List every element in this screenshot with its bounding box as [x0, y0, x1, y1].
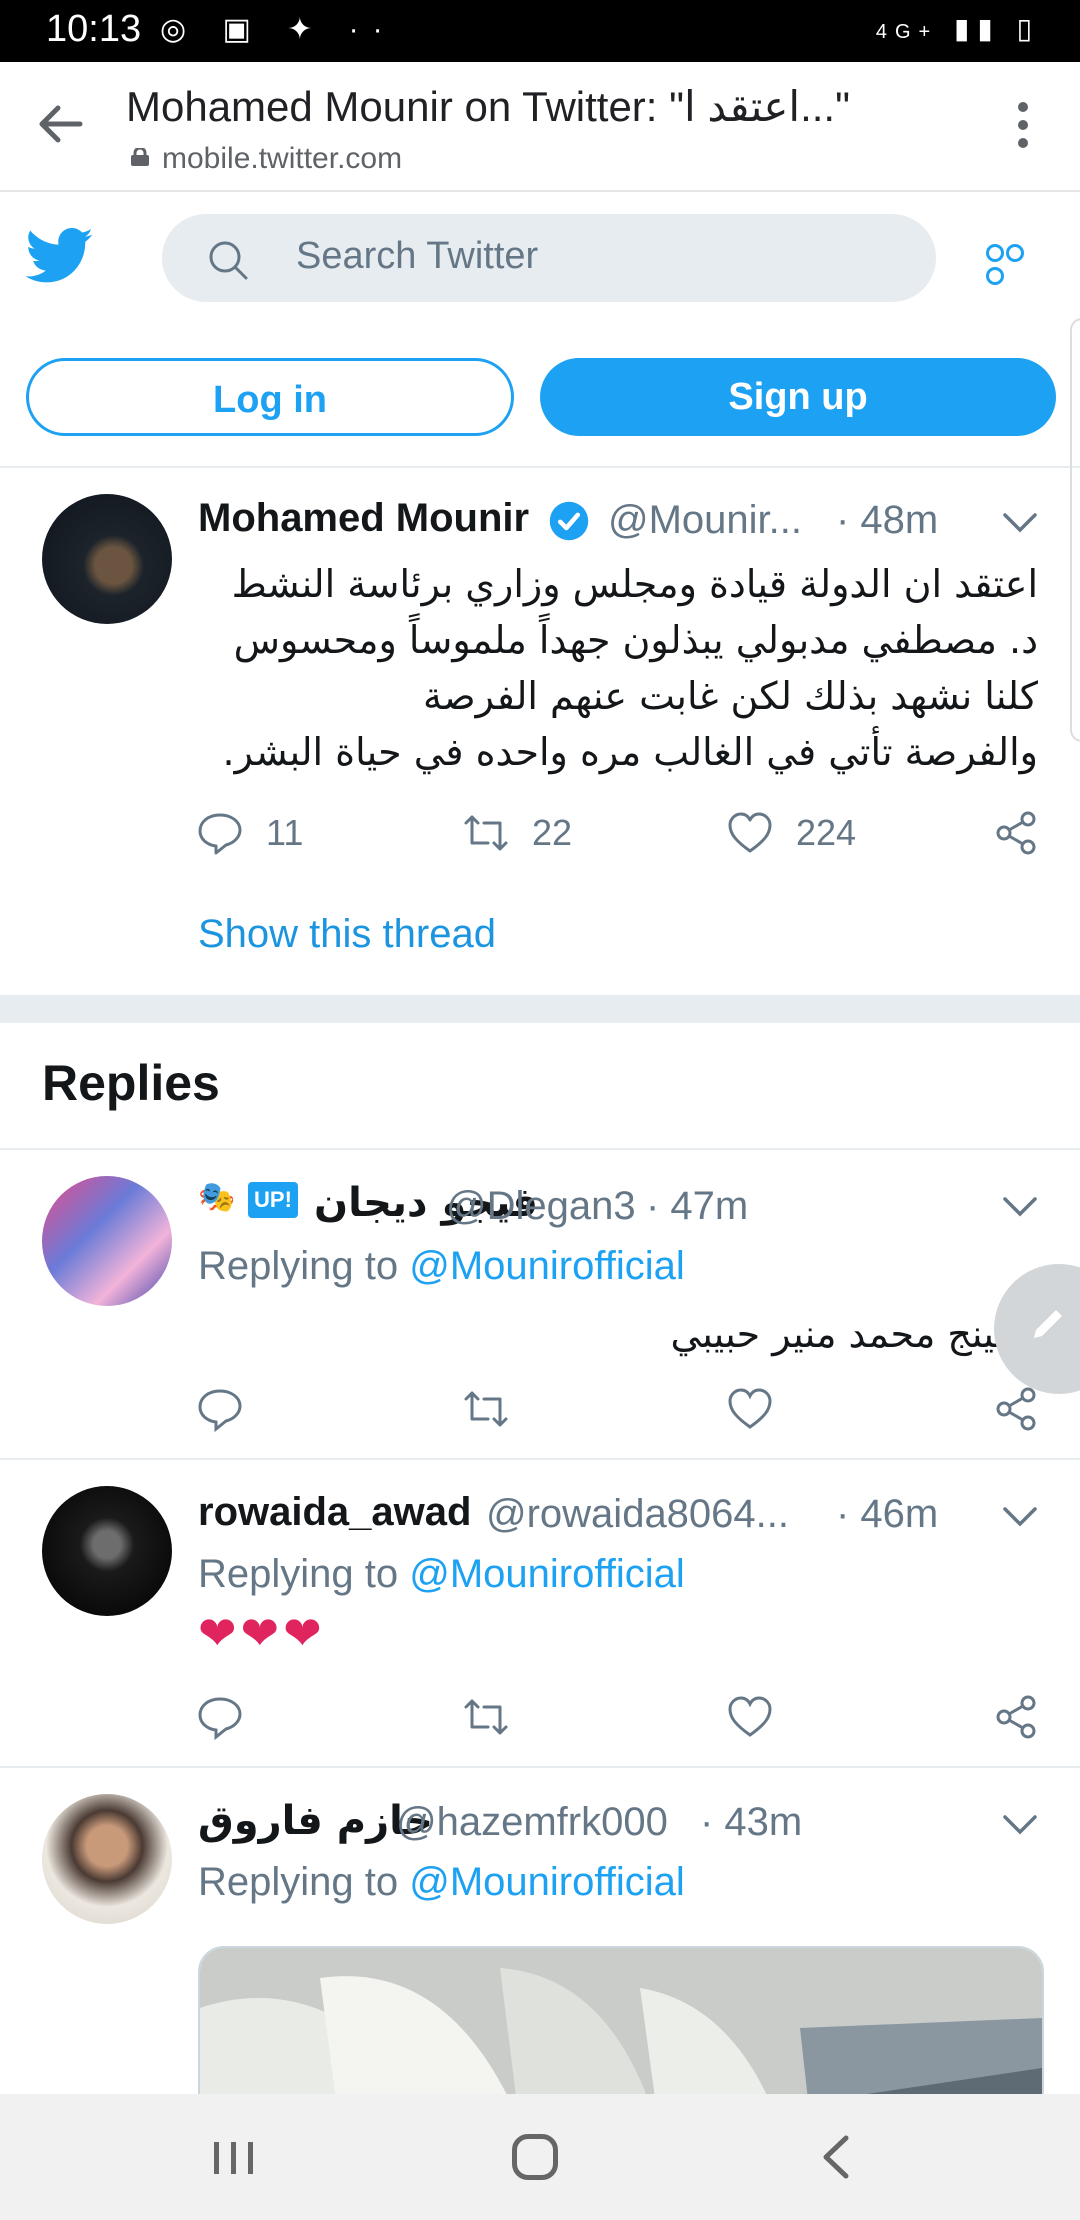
- status-time: 10:13: [46, 8, 142, 50]
- twitter-bird-icon[interactable]: [26, 226, 94, 286]
- replying-prefix: Replying to: [198, 1552, 399, 1596]
- tweet-text: الكينج محمد منير حبيبي: [670, 1312, 1038, 1356]
- reply-button[interactable]: 11: [196, 808, 303, 858]
- tweet-time[interactable]: · 48m: [836, 498, 938, 543]
- replying-prefix: Replying to: [198, 1860, 399, 1904]
- nav-back-icon[interactable]: [820, 2134, 850, 2180]
- reply-count: 11: [266, 812, 304, 853]
- tweet-text: ❤❤❤: [198, 1607, 326, 1659]
- login-button[interactable]: Log in: [26, 358, 514, 436]
- like-button[interactable]: 224: [726, 808, 856, 858]
- compose-button[interactable]: [994, 1264, 1080, 1394]
- author-handle[interactable]: @rowaida8064...: [486, 1492, 789, 1537]
- share-button[interactable]: [992, 1692, 1040, 1742]
- search-input[interactable]: [294, 234, 898, 279]
- search-box[interactable]: [162, 214, 936, 302]
- divider: [0, 466, 1080, 468]
- browser-bar: Mohamed Mounir on Twitter: "اعتقد ا..." …: [0, 62, 1080, 192]
- author-handle[interactable]: @Dlegan3: [446, 1184, 636, 1229]
- retweet-button[interactable]: [462, 1692, 510, 1742]
- tweet-line: د. مصطفي مدبولي يبذلون جهداً ملموساً ومح…: [233, 618, 1038, 662]
- avatar[interactable]: [42, 1794, 172, 1924]
- mention-link[interactable]: @Mounirofficial: [409, 1552, 685, 1596]
- network-label: 4G+: [875, 21, 939, 43]
- like-icon: [728, 812, 772, 853]
- tweet-text: اعتقد ان الدولة قيادة ومجلس وزاري برئاسة…: [218, 556, 1038, 780]
- author-name[interactable]: Mohamed Mounir: [198, 496, 529, 541]
- like-icon: [728, 1388, 772, 1429]
- retweet-icon: [464, 1699, 508, 1735]
- page-title: Mohamed Mounir on Twitter: "اعتقد ا...": [126, 83, 851, 130]
- retweet-button[interactable]: 22: [462, 808, 572, 858]
- url-text[interactable]: mobile.twitter.com: [162, 142, 402, 176]
- like-icon: [728, 1696, 772, 1737]
- system-nav-bar: [0, 2094, 1080, 2220]
- retweet-button[interactable]: [462, 1384, 510, 1434]
- reply-button[interactable]: [196, 1384, 244, 1434]
- compose-icon: [1034, 1310, 1062, 1338]
- search-icon: [209, 241, 248, 280]
- system-icons: 4G+ ▮▮ ▯: [875, 13, 1040, 44]
- overflow-menu-icon[interactable]: [1018, 102, 1028, 152]
- back-arrow-icon[interactable]: [38, 102, 84, 152]
- replying-to: Replying to @Mounirofficial: [198, 1552, 685, 1597]
- like-button[interactable]: [726, 1384, 774, 1434]
- signup-button[interactable]: Sign up: [540, 358, 1056, 436]
- tweet-time[interactable]: · 43m: [700, 1800, 802, 1845]
- chevron-down-icon[interactable]: [1002, 1506, 1038, 1528]
- tweet-line: كلنا نشهد بذلك لكن غابت عنهم الفرصة: [423, 674, 1038, 718]
- replies-heading: Replies: [42, 1055, 220, 1111]
- tweet-line: والفرصة تأتي في الغالب مره واحده في حياة…: [222, 730, 1038, 774]
- status-bar: 10:13 ◎ ▣ ✦ ·· 4G+ ▮▮ ▯: [0, 0, 1080, 62]
- retweet-icon: [464, 1391, 508, 1427]
- mention-link[interactable]: @Mounirofficial: [409, 1244, 685, 1288]
- more-icon[interactable]: [986, 244, 1040, 285]
- chevron-down-icon[interactable]: [1002, 512, 1038, 534]
- replying-to: Replying to @Mounirofficial: [198, 1860, 685, 1905]
- lock-icon: [131, 148, 149, 166]
- reply-button[interactable]: [196, 1692, 244, 1742]
- replying-to: Replying to @Mounirofficial: [198, 1244, 685, 1289]
- home-icon[interactable]: [512, 2134, 558, 2180]
- avatar[interactable]: [42, 1486, 172, 1616]
- like-button[interactable]: [726, 1692, 774, 1742]
- like-count: 224: [796, 812, 857, 853]
- tweet-line: اعتقد ان الدولة قيادة ومجلس وزاري برئاسة…: [231, 562, 1038, 606]
- share-icon: [996, 811, 1036, 855]
- author-handle[interactable]: @hazemfrk000: [396, 1800, 668, 1845]
- divider: [0, 1458, 1080, 1460]
- share-icon: [996, 1695, 1036, 1739]
- verified-badge-icon: [549, 501, 589, 541]
- recents-icon[interactable]: [212, 2140, 256, 2176]
- divider: [0, 1766, 1080, 1768]
- author-handle[interactable]: @Mounir...: [608, 498, 802, 543]
- reply-icon: [198, 813, 242, 855]
- share-button[interactable]: [992, 808, 1040, 858]
- share-button[interactable]: [992, 1384, 1040, 1434]
- show-thread-link[interactable]: Show this thread: [198, 912, 496, 957]
- retweet-icon: [464, 815, 508, 851]
- chevron-down-icon[interactable]: [1002, 1814, 1038, 1836]
- author-name[interactable]: rowaida_awad: [198, 1490, 471, 1535]
- avatar[interactable]: [42, 1176, 172, 1306]
- reply-icon: [198, 1389, 242, 1433]
- replying-prefix: Replying to: [198, 1244, 399, 1288]
- scroll-indicator: [1070, 318, 1080, 742]
- badge-up: UP!: [248, 1182, 298, 1218]
- tweet-time[interactable]: · 46m: [836, 1492, 938, 1537]
- emoji-masks: 🎭: [198, 1181, 236, 1214]
- tweet-time[interactable]: · 47m: [646, 1184, 748, 1229]
- section-separator: [0, 995, 1080, 1023]
- retweet-count: 22: [532, 812, 573, 853]
- avatar[interactable]: [42, 494, 172, 624]
- reply-icon: [198, 1697, 242, 1741]
- notification-icons: ◎ ▣ ✦ ··: [160, 13, 397, 46]
- share-icon: [996, 1387, 1036, 1431]
- mention-link[interactable]: @Mounirofficial: [409, 1860, 685, 1904]
- divider: [0, 1148, 1080, 1150]
- chevron-down-icon[interactable]: [1002, 1196, 1038, 1218]
